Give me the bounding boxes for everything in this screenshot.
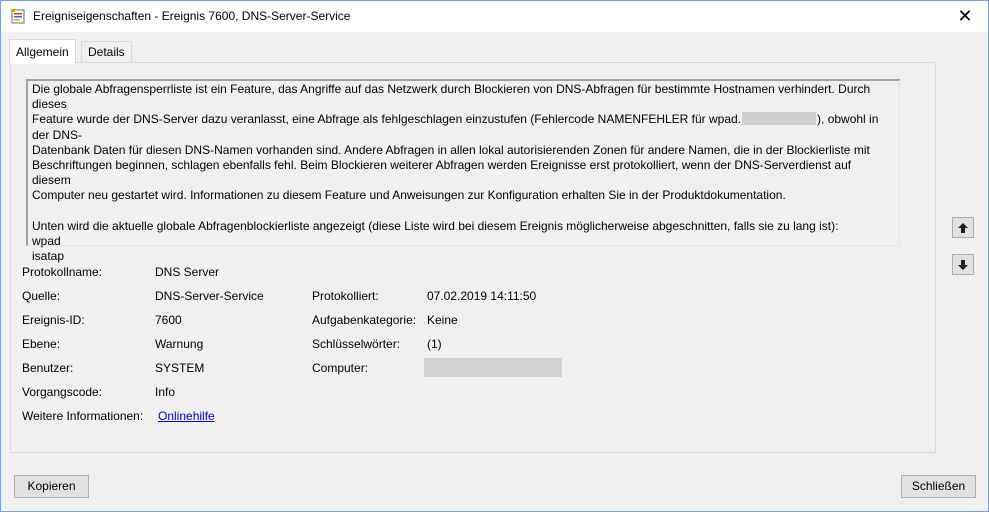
event-viewer-icon (11, 9, 25, 24)
label-ereignis-id: Ereignis-ID: (22, 313, 85, 327)
arrow-down-icon (958, 259, 968, 270)
value-benutzer: SYSTEM (155, 361, 205, 375)
event-description[interactable]: Die globale Abfragensperrliste ist ein F… (26, 79, 900, 263)
value-vorgangscode: Info (155, 385, 176, 399)
label-protokollname: Protokollname: (22, 265, 103, 279)
description-line: Beschriftungen beginnen, schlagen ebenfa… (32, 158, 852, 188)
description-line: Unten wird die aktuelle globale Abfragen… (32, 218, 839, 233)
value-ebene: Warnung (155, 337, 204, 351)
value-ereignis-id: 7600 (155, 313, 182, 327)
label-schluesselwoerter: Schlüsselwörter: (312, 337, 401, 351)
description-line: Datenbank Daten für diesen DNS-Namen vor… (32, 142, 870, 157)
online-help-link[interactable]: Onlinehilfe (158, 409, 215, 423)
window-title: Ereigniseigenschaften - Ereignis 7600, D… (33, 9, 351, 23)
label-quelle: Quelle: (22, 289, 61, 303)
value-protokollname: DNS Server (155, 265, 220, 279)
label-benutzer: Benutzer: (22, 361, 74, 375)
description-line: Computer neu gestartet wird. Information… (32, 188, 786, 203)
label-vorgangscode: Vorgangscode: (22, 385, 103, 399)
label-protokolliert: Protokolliert: (312, 289, 379, 303)
label-weitere-informationen: Weitere Informationen: (22, 409, 144, 423)
title-bar: Ereigniseigenschaften - Ereignis 7600, D… (1, 1, 988, 32)
copy-button[interactable]: Kopieren (14, 475, 89, 498)
redacted-domain (742, 112, 817, 126)
label-ebene: Ebene: (22, 337, 61, 351)
description-line: Feature wurde der DNS-Server dazu veranl… (32, 112, 879, 142)
value-protokolliert: 07.02.2019 14:11:50 (427, 289, 537, 303)
event-properties-window: Ereigniseigenschaften - Ereignis 7600, D… (0, 0, 989, 512)
value-schluesselwoerter: (1) (427, 337, 442, 351)
close-button[interactable]: Schließen (901, 475, 976, 498)
redacted-computer-name (424, 358, 562, 377)
description-line: Die globale Abfragensperrliste ist ein F… (32, 82, 871, 112)
blocklist-item: wpad (32, 233, 61, 248)
value-quelle: DNS-Server-Service (155, 289, 264, 303)
arrow-up-icon (958, 222, 968, 233)
previous-event-button[interactable] (952, 217, 974, 238)
value-aufgabenkategorie: Keine (427, 313, 458, 327)
label-aufgabenkategorie: Aufgabenkategorie: (312, 313, 417, 327)
blocklist-item: isatap (32, 249, 65, 264)
close-icon[interactable]: ✕ (942, 1, 988, 32)
tab-allgemein[interactable]: Allgemein (9, 39, 76, 64)
general-tab-panel: Die globale Abfragensperrliste ist ein F… (10, 62, 936, 453)
tab-details[interactable]: Details (81, 41, 132, 63)
label-computer: Computer: (312, 361, 369, 375)
next-event-button[interactable] (952, 254, 974, 275)
